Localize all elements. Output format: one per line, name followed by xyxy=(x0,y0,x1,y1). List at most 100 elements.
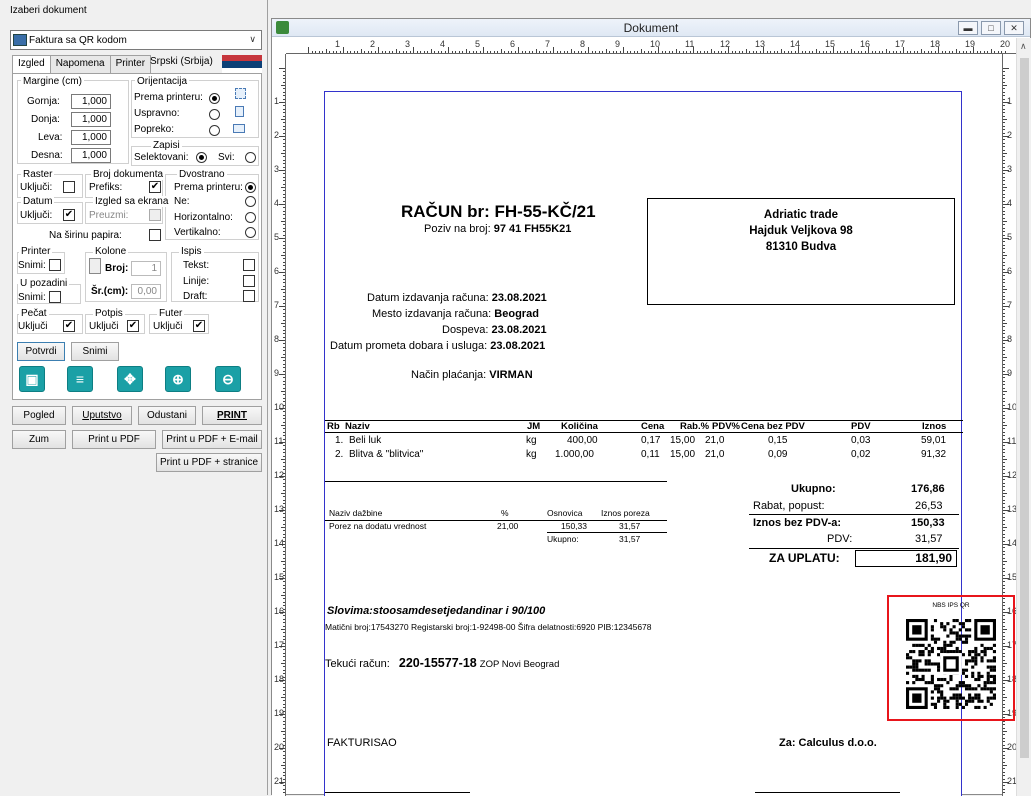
ruler-tick xyxy=(805,51,806,53)
ruler-tick xyxy=(343,47,344,53)
duplex-no-radio[interactable] xyxy=(245,196,256,207)
background-save-checkbox[interactable] xyxy=(49,291,61,303)
ruler-tick xyxy=(283,197,285,199)
stamp-on-label: Uključi xyxy=(18,321,48,332)
move-icon[interactable]: ✥ xyxy=(117,366,143,392)
zoom-out-icon[interactable]: ⊖ xyxy=(215,366,241,392)
raster-checkbox[interactable] xyxy=(63,181,75,193)
page-width-checkbox[interactable] xyxy=(149,229,161,241)
records-all-radio[interactable] xyxy=(245,152,256,163)
ruler-tick xyxy=(283,370,285,372)
ruler-tick xyxy=(283,258,285,260)
row1-amount: 59,01 xyxy=(921,435,947,446)
records-selected-radio[interactable] xyxy=(196,152,207,163)
ruler-tick xyxy=(339,51,341,53)
ruler-tick xyxy=(392,51,393,53)
ruler-number: 17 xyxy=(274,640,285,650)
footer-checkbox[interactable]: ✔ xyxy=(193,320,205,332)
ruler-tick xyxy=(283,163,285,165)
orientation-portrait-radio[interactable] xyxy=(209,109,220,120)
preview-button[interactable]: Pogled xyxy=(12,406,66,425)
document-zoom-icon[interactable]: ▣ xyxy=(19,366,45,392)
ruler-tick xyxy=(784,51,785,53)
ruler-tick xyxy=(399,51,400,53)
row1-vat-pct: 21,0 xyxy=(705,435,725,446)
ruler-tick xyxy=(486,51,488,53)
columns-count-input[interactable]: 1 xyxy=(131,261,161,276)
tab-napomena[interactable]: Napomena xyxy=(49,55,111,73)
print-pdf-button[interactable]: Print u PDF xyxy=(72,430,156,449)
duplex-horizontal-label: Horizontalno: xyxy=(174,212,233,223)
serbia-flag-icon[interactable] xyxy=(222,55,262,74)
printer-save-checkbox[interactable] xyxy=(49,259,61,271)
ruler-tick xyxy=(346,51,348,53)
row1-name: Beli luk xyxy=(349,435,382,446)
ruler-tick xyxy=(598,51,600,53)
ruler-tick xyxy=(283,462,285,464)
zoom-button[interactable]: Zum xyxy=(12,430,66,449)
minimize-icon[interactable]: ▬ xyxy=(958,21,978,35)
ruler-tick xyxy=(1003,258,1005,260)
ruler-tick xyxy=(315,51,316,53)
ruler-tick xyxy=(1003,765,1007,766)
ruler-tick xyxy=(987,51,988,53)
print-button[interactable]: PRINT xyxy=(202,406,262,425)
margin-right-input[interactable]: 1,000 xyxy=(71,148,111,163)
date-checkbox[interactable]: ✔ xyxy=(63,209,75,221)
margin-bottom-input[interactable]: 1,000 xyxy=(71,112,111,127)
ruler-tick xyxy=(283,149,285,151)
duplex-printer-radio[interactable] xyxy=(245,182,256,193)
print-text-checkbox[interactable] xyxy=(243,259,255,271)
cancel-button[interactable]: Odustani xyxy=(138,406,196,425)
scroll-up-icon[interactable]: ∧ xyxy=(1020,41,1027,52)
ruler-tick xyxy=(1003,768,1005,770)
margin-left-input[interactable]: 1,000 xyxy=(71,130,111,145)
stamp-checkbox[interactable]: ✔ xyxy=(63,320,75,332)
print-pdf-email-button[interactable]: Print u PDF + E-mail xyxy=(162,430,262,449)
ruler-tick xyxy=(1003,346,1005,348)
duplex-vertical-radio[interactable] xyxy=(245,227,256,238)
ruler-number: 11 xyxy=(274,436,284,446)
print-pdf-pages-button[interactable]: Print u PDF + stranice xyxy=(156,453,262,472)
ruler-tick xyxy=(542,51,544,53)
guide-button[interactable]: Uputstvo xyxy=(72,406,132,425)
prefix-checkbox[interactable]: ✔ xyxy=(149,181,161,193)
maximize-icon[interactable]: □ xyxy=(981,21,1001,35)
screen-layout-checkbox[interactable] xyxy=(149,209,161,221)
ruler-tick xyxy=(395,49,397,53)
orientation-printer-radio[interactable] xyxy=(209,93,220,104)
print-title: Ispis xyxy=(179,246,204,257)
signature-checkbox[interactable]: ✔ xyxy=(127,320,139,332)
ruler-tick xyxy=(1003,176,1005,178)
ruler-tick xyxy=(1003,78,1005,80)
margin-top-input[interactable]: 1,000 xyxy=(71,94,111,109)
col-unit: JM xyxy=(527,421,541,432)
close-icon[interactable]: ✕ xyxy=(1004,21,1024,35)
tab-izgled[interactable]: Izgled xyxy=(12,55,51,74)
language-label[interactable]: Srpski (Srbija) xyxy=(150,56,213,67)
ruler-tick xyxy=(1003,329,1005,331)
ruler-tick xyxy=(927,51,929,53)
tab-printer[interactable]: Printer xyxy=(109,55,152,73)
duplex-horizontal-radio[interactable] xyxy=(245,212,256,223)
ruler-tick xyxy=(283,248,285,250)
confirm-button[interactable]: Potvrdi xyxy=(17,342,65,361)
print-draft-checkbox[interactable] xyxy=(243,290,255,302)
document-select[interactable]: Faktura sa QR kodom ∨ xyxy=(10,30,262,50)
print-lines-checkbox[interactable] xyxy=(243,275,255,287)
vertical-scrollbar[interactable]: ∧ xyxy=(1016,38,1031,796)
page-icon[interactable]: ≡ xyxy=(67,366,93,392)
ruler-tick xyxy=(731,51,733,53)
columns-width-input[interactable]: 0,00 xyxy=(131,284,161,299)
ruler-tick xyxy=(1003,119,1007,120)
ruler-tick xyxy=(283,227,285,229)
orientation-landscape-radio[interactable] xyxy=(209,125,220,136)
ruler-tick xyxy=(721,51,722,53)
zoom-in-icon[interactable]: ⊕ xyxy=(165,366,191,392)
col-rb: Rb xyxy=(327,421,340,432)
scrollbar-thumb[interactable] xyxy=(1020,58,1029,758)
ruler-tick xyxy=(962,51,964,53)
save-button[interactable]: Snimi xyxy=(71,342,119,361)
ruler-tick xyxy=(1003,462,1005,464)
ruler-number: 6 xyxy=(510,39,516,49)
